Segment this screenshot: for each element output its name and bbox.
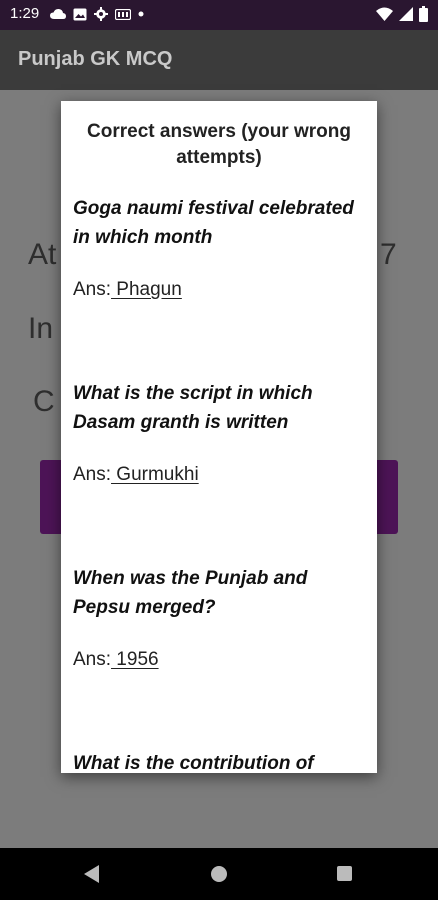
background-correct-label: C (33, 385, 55, 418)
status-time: 1:29 (10, 5, 40, 22)
answer-value: Gurmukhi (111, 464, 199, 485)
home-icon[interactable] (211, 866, 227, 882)
answer-label: Ans: (73, 464, 112, 485)
sim-icon (115, 8, 131, 20)
answer-line: Ans: Phagun (73, 279, 182, 301)
question-text: What is the contribution of (73, 753, 314, 773)
cloud-icon (50, 8, 66, 19)
answer-line: Ans: 1956 (73, 649, 159, 671)
status-notification-icons (50, 7, 144, 21)
answer-line: Ans: Gurmukhi (73, 464, 199, 486)
gear-icon (94, 7, 108, 21)
image-icon (73, 8, 87, 20)
dialog-title: Correct answers (your wrong attempts) (87, 121, 351, 168)
recents-icon[interactable] (337, 866, 352, 881)
background-attempted-label: At (28, 238, 57, 271)
answers-dialog[interactable]: Correct answers (your wrong attempts) Go… (61, 101, 377, 773)
app-bar: Punjab GK MCQ (0, 30, 438, 90)
battery-icon (419, 6, 428, 22)
question-text: Goga naumi festival celebrated in which … (73, 198, 354, 248)
answer-label: Ans: (73, 649, 112, 670)
back-icon[interactable] (84, 865, 99, 883)
answer-value: Phagun (111, 279, 182, 300)
wifi-icon (376, 7, 393, 21)
background-incorrect-label: In (28, 312, 54, 345)
dot-icon (138, 11, 144, 17)
question-text: When was the Punjab and Pepsu merged? (73, 568, 308, 618)
answer-label: Ans: (73, 279, 112, 300)
app-title: Punjab GK MCQ (18, 48, 173, 70)
question-text: What is the script in which Dasam granth… (73, 383, 313, 433)
status-bar: 1:29 (0, 0, 438, 30)
navigation-bar (0, 848, 438, 900)
signal-icon (399, 7, 413, 21)
background-attempted-value: 7 (380, 238, 397, 271)
status-system-icons (376, 6, 428, 22)
answer-value: 1956 (111, 649, 159, 670)
